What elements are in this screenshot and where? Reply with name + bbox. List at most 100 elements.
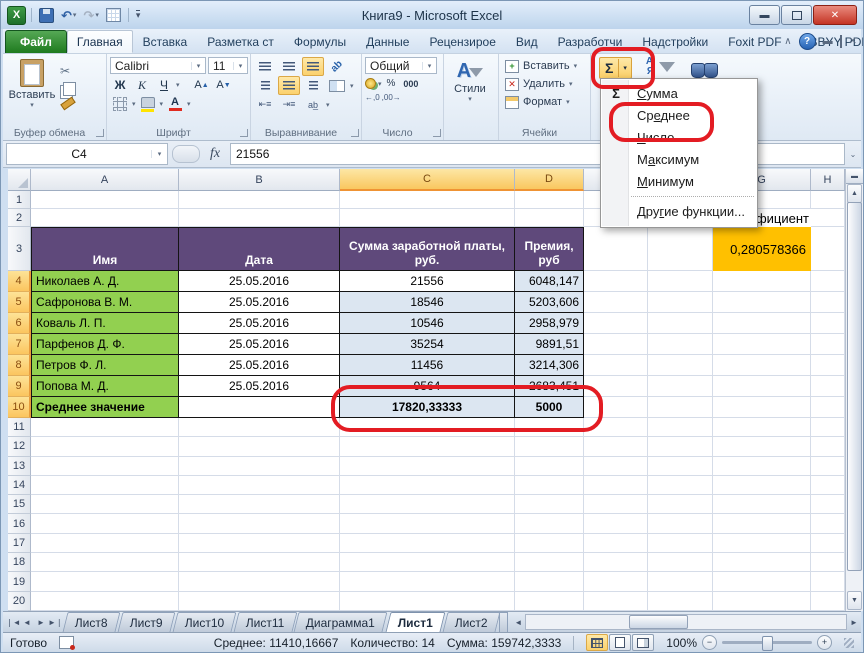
delete-cells-button[interactable]: ✕Удалить▾ bbox=[502, 75, 588, 93]
cell[interactable] bbox=[584, 495, 648, 514]
sheet-tab[interactable]: Лист11 bbox=[233, 612, 297, 632]
accounting-format-button[interactable] bbox=[365, 78, 376, 89]
cell[interactable] bbox=[584, 227, 648, 271]
cell[interactable] bbox=[811, 313, 845, 334]
cell[interactable] bbox=[515, 437, 584, 456]
cell[interactable] bbox=[811, 292, 845, 313]
cell[interactable] bbox=[648, 376, 713, 397]
cell[interactable] bbox=[31, 191, 179, 209]
comma-style-button[interactable]: 000 bbox=[400, 79, 421, 89]
insert-cells-button[interactable]: +Вставить▾ bbox=[502, 57, 588, 75]
cell[interactable] bbox=[584, 397, 648, 418]
row-header[interactable]: 4 bbox=[8, 271, 31, 292]
cell-bonus[interactable]: 2683,451 bbox=[515, 376, 584, 397]
cell[interactable] bbox=[713, 534, 811, 553]
underline-button[interactable]: Ч bbox=[154, 77, 174, 93]
cell[interactable] bbox=[31, 209, 179, 227]
cell[interactable] bbox=[648, 572, 713, 591]
row-header[interactable]: 17 bbox=[8, 534, 31, 553]
cell[interactable] bbox=[515, 418, 584, 437]
cell[interactable] bbox=[584, 313, 648, 334]
align-top-button[interactable] bbox=[254, 57, 276, 76]
tab-page-layout[interactable]: Разметка ст bbox=[197, 30, 284, 53]
column-header-h[interactable]: H bbox=[811, 169, 845, 191]
row-header[interactable]: 7 bbox=[8, 334, 31, 355]
cell[interactable] bbox=[713, 572, 811, 591]
grow-font-button[interactable]: A▲ bbox=[192, 77, 212, 93]
cell[interactable] bbox=[648, 227, 713, 271]
cell[interactable] bbox=[179, 553, 340, 572]
table-header-cell[interactable]: Премия, руб bbox=[515, 227, 584, 271]
tab-file[interactable]: Файл bbox=[5, 30, 67, 53]
cell-salary[interactable]: 10546 bbox=[340, 313, 515, 334]
menu-item-more-functions[interactable]: Другие функции... bbox=[601, 201, 757, 223]
cell[interactable] bbox=[584, 457, 648, 476]
cell[interactable] bbox=[340, 437, 515, 456]
insert-sheet-tab[interactable] bbox=[499, 612, 508, 632]
cell-name[interactable]: Парфенов Д. Ф. bbox=[31, 334, 179, 355]
cell[interactable] bbox=[31, 476, 179, 495]
cell[interactable] bbox=[179, 209, 340, 227]
dialog-launcher-icon[interactable] bbox=[351, 129, 359, 137]
row-header[interactable]: 2 bbox=[8, 209, 31, 227]
cell[interactable] bbox=[31, 592, 179, 611]
cell[interactable] bbox=[811, 476, 845, 495]
cell-date[interactable]: 25.05.2016 bbox=[179, 271, 340, 292]
cell[interactable] bbox=[179, 191, 340, 209]
cell[interactable] bbox=[811, 572, 845, 591]
cell[interactable] bbox=[648, 355, 713, 376]
cell[interactable] bbox=[713, 476, 811, 495]
row-header[interactable]: 3 bbox=[8, 227, 31, 271]
resize-grip[interactable] bbox=[844, 638, 854, 648]
cell-average-label[interactable]: Среднее значение bbox=[31, 397, 179, 418]
wrap-text-button[interactable]: ab̲ bbox=[302, 95, 324, 114]
cell[interactable] bbox=[648, 313, 713, 334]
cell[interactable] bbox=[811, 553, 845, 572]
cell[interactable] bbox=[340, 209, 515, 227]
zoom-in-button[interactable]: + bbox=[817, 635, 832, 650]
cell-bonus[interactable]: 3214,306 bbox=[515, 355, 584, 376]
active-cell[interactable]: 21556 bbox=[340, 271, 515, 292]
cell-bonus[interactable]: 2958,979 bbox=[515, 313, 584, 334]
cell-salary[interactable]: 11456 bbox=[340, 355, 515, 376]
zoom-level[interactable]: 100% bbox=[666, 636, 697, 650]
tab-formulas[interactable]: Формулы bbox=[284, 30, 356, 53]
align-bottom-button[interactable] bbox=[302, 57, 324, 76]
cell-salary[interactable]: 18546 bbox=[340, 292, 515, 313]
align-right-button[interactable] bbox=[302, 76, 324, 95]
cell[interactable] bbox=[713, 514, 811, 533]
cell[interactable] bbox=[713, 437, 811, 456]
cell-date[interactable]: 25.05.2016 bbox=[179, 292, 340, 313]
cell[interactable] bbox=[811, 191, 845, 209]
macro-record-icon[interactable] bbox=[59, 636, 74, 649]
maximize-button[interactable] bbox=[781, 5, 812, 25]
cell[interactable] bbox=[584, 534, 648, 553]
row-header[interactable]: 5 bbox=[8, 292, 31, 313]
horizontal-scroll-thumb[interactable] bbox=[629, 615, 689, 629]
format-painter-button[interactable] bbox=[60, 96, 75, 110]
copy-button[interactable] bbox=[63, 82, 76, 96]
cell[interactable] bbox=[340, 553, 515, 572]
dialog-launcher-icon[interactable] bbox=[240, 129, 248, 137]
tab-view[interactable]: Вид bbox=[506, 30, 548, 53]
horizontal-scrollbar[interactable] bbox=[525, 614, 847, 630]
cell[interactable] bbox=[584, 355, 648, 376]
split-handle[interactable]: ▬ bbox=[846, 169, 863, 184]
cell[interactable] bbox=[811, 397, 845, 418]
cell[interactable] bbox=[340, 514, 515, 533]
cell[interactable] bbox=[811, 495, 845, 514]
cell[interactable] bbox=[179, 534, 340, 553]
cell[interactable] bbox=[31, 495, 179, 514]
cell[interactable] bbox=[584, 376, 648, 397]
cell-name[interactable]: Николаев А. Д. bbox=[31, 271, 179, 292]
row-header[interactable]: 15 bbox=[8, 495, 31, 514]
cell-average-salary[interactable]: 17820,33333 bbox=[340, 397, 515, 418]
dialog-launcher-icon[interactable] bbox=[433, 129, 441, 137]
font-family-select[interactable]: Calibri▾ bbox=[110, 57, 206, 74]
cell[interactable] bbox=[648, 592, 713, 611]
cell[interactable] bbox=[584, 437, 648, 456]
cell[interactable] bbox=[584, 292, 648, 313]
cell[interactable] bbox=[515, 514, 584, 533]
sheet-tab[interactable]: Диаграмма1 bbox=[294, 612, 388, 632]
dialog-launcher-icon[interactable] bbox=[96, 129, 104, 137]
